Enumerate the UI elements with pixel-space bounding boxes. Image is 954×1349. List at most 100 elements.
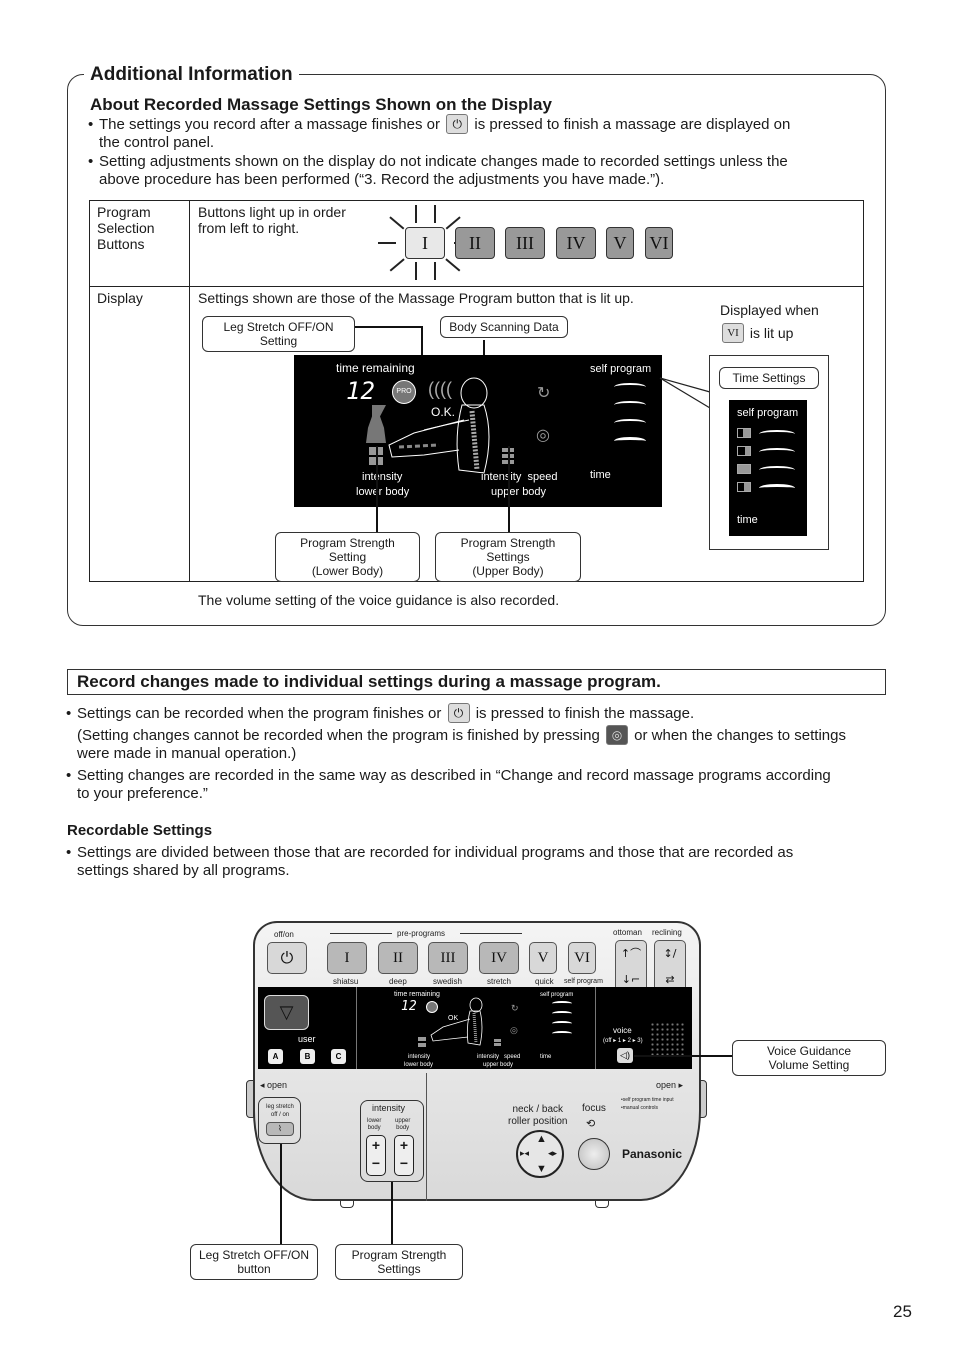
program-button-deep[interactable]: II bbox=[378, 942, 418, 974]
light-ray bbox=[415, 205, 417, 223]
body-figure-icon bbox=[388, 377, 490, 474]
callout-time-settings: Time Settings bbox=[719, 367, 819, 389]
narrow-icon: ▸◂ bbox=[520, 1148, 530, 1158]
panel-display-band: ▽ user A B C time remaining 12 OK ↻ ◎ in… bbox=[258, 987, 692, 1069]
section-title: Additional Information bbox=[84, 64, 299, 86]
program-button-swedish[interactable]: III bbox=[428, 942, 468, 974]
pre-programs-bracket bbox=[460, 933, 522, 934]
program-button-5: V bbox=[606, 227, 634, 259]
recordable-settings-title: Recordable Settings bbox=[67, 822, 213, 839]
divider bbox=[356, 987, 357, 1069]
self-program-slot-icon bbox=[759, 484, 795, 492]
callout-line bbox=[355, 326, 423, 328]
light-ray bbox=[378, 242, 396, 244]
power-icon: ⏻ bbox=[447, 702, 470, 723]
rotate-icon: ↻ bbox=[537, 385, 551, 402]
stop-button[interactable]: ▽ bbox=[264, 995, 309, 1030]
light-ray bbox=[434, 262, 436, 280]
leg-stretch-label: leg stretch off / on bbox=[266, 1104, 294, 1118]
body-figure-icon bbox=[430, 997, 483, 1046]
program-button-shiatsu[interactable]: I bbox=[327, 942, 367, 974]
record-section-title: Record changes made to individual settin… bbox=[77, 672, 661, 691]
displayed-when-label: Displayed when bbox=[720, 302, 819, 318]
roller-position-dpad[interactable]: ▲ ▼ ▸◂ ◂▸ bbox=[516, 1130, 564, 1178]
intensity-bar bbox=[418, 1037, 426, 1041]
lower-body-intensity-stepper[interactable]: + − bbox=[366, 1135, 386, 1176]
callout-leg-stretch-setting: Leg Stretch OFF/ON Setting bbox=[202, 316, 355, 352]
callout-body-scanning: Body Scanning Data bbox=[440, 316, 568, 338]
stop-icon: ◎ bbox=[605, 724, 628, 745]
callout-voice-volume: Voice Guidance Volume Setting bbox=[732, 1040, 886, 1076]
self-program-slot-icon bbox=[614, 437, 646, 445]
row-desc-display: Settings shown are those of the Massage … bbox=[198, 290, 634, 306]
time-remaining-value: 12 bbox=[401, 999, 417, 1014]
intensity-bar bbox=[494, 1043, 501, 1046]
self-program-slot-icon bbox=[614, 419, 646, 427]
program-button-quick[interactable]: V bbox=[529, 942, 557, 974]
arrow-down-icon: ▼ bbox=[536, 1163, 547, 1175]
program-button-6: VI bbox=[645, 227, 673, 259]
info-bullet-1: • The settings you record after a massag… bbox=[88, 113, 879, 152]
upper-body-intensity-stepper[interactable]: + − bbox=[394, 1135, 414, 1176]
page-number: 25 bbox=[893, 1302, 912, 1321]
rotate-icon: ↻ bbox=[511, 1003, 519, 1013]
power-button[interactable]: ⏻ bbox=[267, 942, 307, 974]
leg-stretch-icon bbox=[366, 405, 386, 443]
lower-body-label: lower body bbox=[367, 1118, 382, 1131]
callout-line bbox=[391, 1182, 393, 1244]
display-lcd: time remaining 12 PRO (((( O.K. ↻ ◎ inte… bbox=[294, 355, 662, 507]
light-ray bbox=[434, 205, 436, 223]
self-program-slot-icon bbox=[552, 1011, 572, 1016]
focus-cycle-icon: ⟲ bbox=[586, 1118, 596, 1130]
user-button-b[interactable]: B bbox=[300, 1049, 315, 1064]
program-button-6-icon: VI bbox=[722, 322, 744, 343]
time-remaining-value: 12 bbox=[346, 377, 375, 405]
vibration-icon: ◎ bbox=[510, 1025, 518, 1035]
power-icon: ⏻ bbox=[446, 113, 469, 134]
open-notes: •self program time input •manual control… bbox=[621, 1097, 674, 1111]
inset-lcd: self program time bbox=[729, 400, 807, 536]
speaker-grille bbox=[650, 1022, 686, 1058]
divider bbox=[595, 987, 596, 1069]
program-button-2: II bbox=[455, 227, 495, 259]
time-level-icon bbox=[737, 446, 751, 456]
minus-icon: − bbox=[371, 1155, 381, 1171]
user-button-c[interactable]: C bbox=[331, 1049, 346, 1064]
brand-logo: Panasonic bbox=[622, 1147, 683, 1161]
leg-stretch-button[interactable]: ⌇ bbox=[266, 1122, 294, 1136]
program-button-1: I bbox=[405, 227, 445, 259]
time-level-icon bbox=[737, 464, 751, 474]
self-program-slot-icon bbox=[552, 1031, 572, 1036]
self-program-slot-icon bbox=[552, 1021, 572, 1026]
self-program-slot-icon bbox=[759, 430, 795, 438]
self-program-slot-icon bbox=[552, 1001, 572, 1006]
self-program-slot-icon bbox=[614, 383, 646, 391]
program-button-self[interactable]: VI bbox=[568, 942, 596, 974]
program-button-3: III bbox=[505, 227, 545, 259]
panel-foot bbox=[595, 1200, 609, 1208]
callout-leg-stretch-button: Leg Stretch OFF/ON button bbox=[190, 1244, 318, 1280]
panel-foot bbox=[340, 1200, 354, 1208]
self-program-slot-icon bbox=[614, 401, 646, 409]
user-button-a[interactable]: A bbox=[268, 1049, 283, 1064]
row-label-program-selection: Program Selection Buttons bbox=[97, 204, 155, 252]
row-desc-program-selection: Buttons light up in order from left to r… bbox=[198, 204, 346, 236]
program-button-stretch[interactable]: IV bbox=[479, 942, 519, 974]
footnote: The volume setting of the voice guidance… bbox=[198, 592, 560, 608]
focus-button[interactable] bbox=[578, 1138, 610, 1170]
row-divider bbox=[90, 286, 863, 287]
widen-icon: ◂▸ bbox=[548, 1148, 558, 1158]
callout-strength-lower: Program Strength Setting (Lower Body) bbox=[275, 532, 420, 582]
callout-line bbox=[508, 446, 510, 534]
arrow-up-icon: ▲ bbox=[536, 1133, 547, 1145]
light-ray bbox=[415, 262, 417, 280]
upper-body-label: upper body bbox=[395, 1118, 411, 1131]
callout-strength-settings: Program Strength Settings bbox=[335, 1244, 463, 1280]
roller-position-label: neck / back roller position bbox=[508, 1104, 568, 1127]
program-button-4: IV bbox=[556, 227, 596, 259]
voice-volume-button[interactable]: ◁) bbox=[617, 1048, 633, 1063]
column-divider bbox=[189, 201, 190, 581]
callout-line bbox=[634, 1055, 732, 1057]
record-note: (Setting changes cannot be recorded when… bbox=[77, 724, 897, 763]
cover-divider bbox=[426, 1073, 427, 1201]
